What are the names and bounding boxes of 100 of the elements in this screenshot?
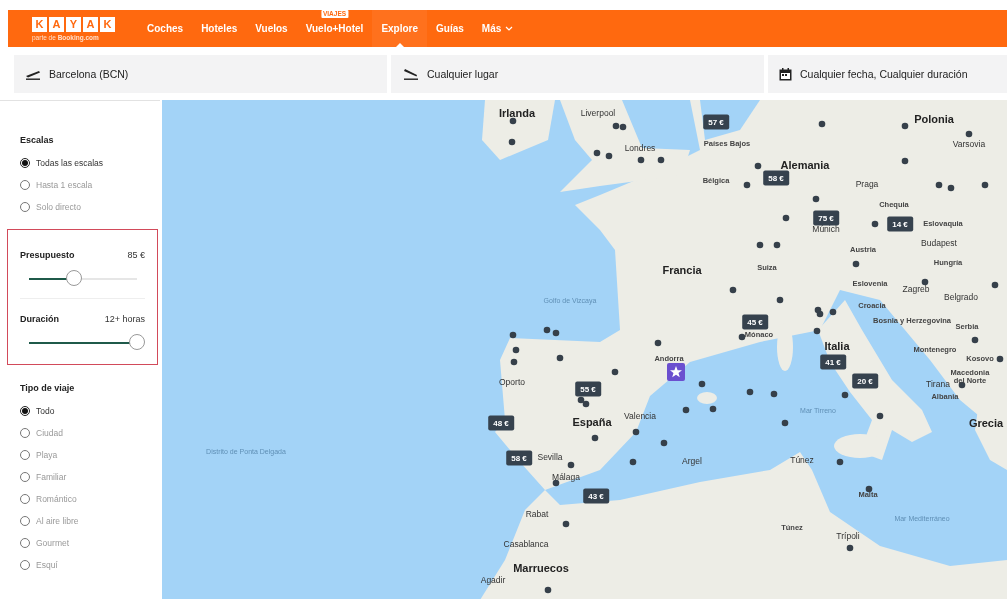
- radio-option[interactable]: Hasta 1 escala: [20, 174, 130, 196]
- price-pin[interactable]: 14 €: [887, 216, 913, 232]
- city-dot[interactable]: [782, 214, 790, 222]
- price-pin[interactable]: 57 €: [703, 114, 729, 130]
- city-dot[interactable]: [654, 339, 662, 347]
- radio-option[interactable]: Al aire libre: [20, 510, 130, 532]
- city-dot[interactable]: [605, 152, 613, 160]
- city-dot[interactable]: [562, 520, 570, 528]
- city-dot[interactable]: [818, 120, 826, 128]
- city-dot[interactable]: [812, 195, 820, 203]
- city-dot[interactable]: [743, 181, 751, 189]
- city-dot[interactable]: [738, 333, 746, 341]
- city-dot[interactable]: [629, 458, 637, 466]
- city-dot[interactable]: [971, 336, 979, 344]
- city-dot[interactable]: [965, 130, 973, 138]
- city-dot[interactable]: [582, 400, 590, 408]
- radio-option[interactable]: Todas las escalas: [20, 152, 130, 174]
- radio-option[interactable]: Todo: [20, 400, 130, 422]
- city-dot[interactable]: [556, 354, 564, 362]
- nav-link[interactable]: Coches: [138, 10, 193, 47]
- city-dot[interactable]: [552, 329, 560, 337]
- city-dot[interactable]: [813, 327, 821, 335]
- radio-option[interactable]: Familiar: [20, 466, 130, 488]
- price-pin[interactable]: 45 €: [742, 314, 768, 330]
- city-dot[interactable]: [544, 586, 552, 594]
- radio-button[interactable]: [20, 406, 30, 416]
- search-field[interactable]: Cualquier lugar: [391, 55, 764, 93]
- logo-letter[interactable]: A: [83, 16, 98, 32]
- radio-button[interactable]: [20, 158, 30, 168]
- city-dot[interactable]: [829, 308, 837, 316]
- price-pin[interactable]: 58 €: [763, 170, 789, 186]
- search-field[interactable]: Cualquier fecha, Cualquier duración: [768, 55, 1007, 93]
- price-pin[interactable]: 75 €: [813, 210, 839, 226]
- price-pin[interactable]: 41 €: [820, 354, 846, 370]
- city-dot[interactable]: [509, 331, 517, 339]
- city-dot[interactable]: [657, 156, 665, 164]
- radio-option[interactable]: Playa: [20, 444, 130, 466]
- city-dot[interactable]: [508, 138, 516, 146]
- city-dot[interactable]: [876, 412, 884, 420]
- logo-letter[interactable]: K: [100, 16, 115, 32]
- city-dot[interactable]: [637, 156, 645, 164]
- city-dot[interactable]: [756, 241, 764, 249]
- price-pin[interactable]: 20 €: [852, 373, 878, 389]
- city-dot[interactable]: [958, 381, 966, 389]
- city-dot[interactable]: [632, 428, 640, 436]
- city-dot[interactable]: [814, 306, 822, 314]
- city-dot[interactable]: [871, 220, 879, 228]
- price-pin[interactable]: 43 €: [583, 488, 609, 504]
- radio-option[interactable]: Gourmet: [20, 532, 130, 554]
- city-dot[interactable]: [996, 355, 1004, 363]
- city-dot[interactable]: [901, 122, 909, 130]
- city-dot[interactable]: [776, 296, 784, 304]
- city-dot[interactable]: [865, 485, 873, 493]
- price-pin[interactable]: 58 €: [506, 450, 532, 466]
- city-dot[interactable]: [709, 405, 717, 413]
- price-pin[interactable]: 48 €: [488, 415, 514, 431]
- radio-option[interactable]: Esquí: [20, 554, 130, 576]
- logo-letter[interactable]: Y: [66, 16, 81, 32]
- city-dot[interactable]: [729, 286, 737, 294]
- city-dot[interactable]: [577, 396, 585, 404]
- city-dot[interactable]: [901, 157, 909, 165]
- nav-link[interactable]: Explore: [372, 10, 428, 47]
- city-dot[interactable]: [781, 419, 789, 427]
- radio-option[interactable]: Solo directo: [20, 196, 130, 218]
- city-dot[interactable]: [852, 260, 860, 268]
- search-field[interactable]: Barcelona (BCN): [14, 55, 387, 93]
- city-dot[interactable]: [611, 368, 619, 376]
- city-dot[interactable]: [593, 149, 601, 157]
- price-pin[interactable]: 55 €: [575, 381, 601, 397]
- slider-thumb[interactable]: [66, 270, 83, 286]
- city-dot[interactable]: [510, 358, 518, 366]
- city-dot[interactable]: [660, 439, 668, 447]
- city-dot[interactable]: [682, 406, 690, 414]
- city-dot[interactable]: [981, 181, 989, 189]
- nav-link[interactable]: Vuelos: [246, 10, 297, 47]
- city-dot[interactable]: [773, 241, 781, 249]
- radio-option[interactable]: Ciudad: [20, 422, 130, 444]
- city-dot[interactable]: [921, 278, 929, 286]
- city-dot[interactable]: [754, 162, 762, 170]
- city-dot[interactable]: [619, 123, 627, 131]
- logo-letter[interactable]: K: [32, 16, 47, 32]
- radio-option[interactable]: Romántico: [20, 488, 130, 510]
- city-dot[interactable]: [841, 391, 849, 399]
- city-dot[interactable]: [947, 184, 955, 192]
- city-dot[interactable]: [836, 458, 844, 466]
- city-dot[interactable]: [935, 181, 943, 189]
- city-dot[interactable]: [612, 122, 620, 130]
- nav-link[interactable]: Guías: [427, 10, 473, 47]
- city-dot[interactable]: [591, 434, 599, 442]
- slider-thumb[interactable]: [129, 334, 145, 350]
- city-dot[interactable]: [991, 281, 999, 289]
- city-dot[interactable]: [746, 388, 754, 396]
- city-dot[interactable]: [512, 346, 520, 354]
- star-pin-icon[interactable]: [667, 363, 685, 381]
- logo-letter[interactable]: A: [49, 16, 64, 32]
- city-dot[interactable]: [509, 117, 517, 125]
- nav-link[interactable]: Más: [472, 10, 523, 47]
- city-dot[interactable]: [846, 544, 854, 552]
- city-dot[interactable]: [770, 390, 778, 398]
- nav-link[interactable]: Hoteles: [192, 10, 247, 47]
